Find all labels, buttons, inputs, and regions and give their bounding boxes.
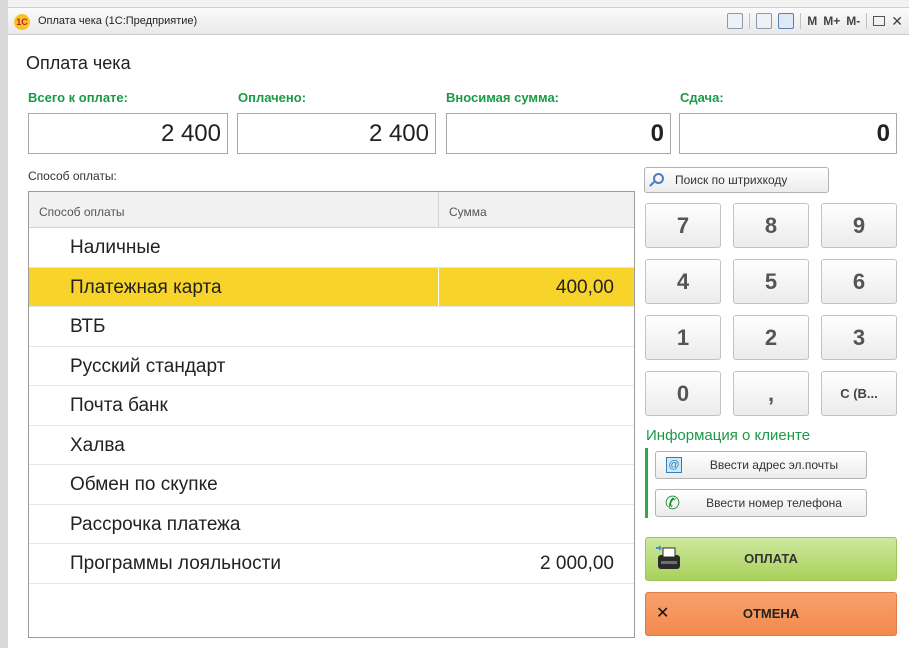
table-row[interactable]: Почта банк bbox=[29, 386, 634, 426]
title-bar-tools: M M+ M- ✕ bbox=[727, 11, 903, 31]
memory-minus-button[interactable]: M- bbox=[846, 14, 860, 28]
enter-email-button[interactable]: @ Ввести адрес эл.почты bbox=[655, 451, 867, 479]
table-row[interactable]: Наличные bbox=[29, 228, 634, 268]
table-row[interactable]: Русский стандарт bbox=[29, 347, 634, 386]
payment-method-label: Способ оплаты: bbox=[28, 169, 117, 183]
page-title: Оплата чека bbox=[26, 53, 131, 73]
method-cell: Наличные bbox=[70, 237, 161, 258]
method-cell: Халва bbox=[70, 434, 125, 456]
change-label: Сдача: bbox=[680, 90, 724, 105]
cancel-button[interactable]: ✕ ОТМЕНА bbox=[645, 592, 897, 636]
close-icon: ✕ bbox=[656, 605, 670, 622]
memory-plus-button[interactable]: M+ bbox=[823, 14, 840, 28]
change-field: 0 bbox=[679, 113, 897, 154]
enter-phone-button[interactable]: ✆ Ввести номер телефона bbox=[655, 489, 867, 517]
divider bbox=[800, 13, 802, 29]
table-row-selected[interactable]: Платежная карта 400,00 bbox=[29, 267, 634, 307]
phone-icon: ✆ bbox=[665, 493, 681, 513]
amount-cell bbox=[439, 228, 634, 267]
keypad-key-6[interactable]: 6 bbox=[821, 259, 897, 304]
total-due-field: 2 400 bbox=[28, 113, 228, 154]
table-row[interactable]: Обмен по скупке bbox=[29, 465, 634, 505]
table-row[interactable]: Программы лояльности 2 000,00 bbox=[29, 544, 634, 584]
amount-cell: 400,00 bbox=[555, 276, 614, 298]
email-icon: @ bbox=[666, 457, 682, 473]
keypad-key-2[interactable]: 2 bbox=[733, 315, 809, 360]
calculator-icon[interactable] bbox=[756, 13, 773, 29]
client-info-accent-bar bbox=[645, 448, 648, 518]
keypad-key-9[interactable]: 9 bbox=[821, 203, 897, 248]
deposit-amount-label: Вносимая сумма: bbox=[446, 90, 560, 105]
column-header-amount[interactable]: Сумма bbox=[439, 192, 634, 227]
keypad-key-7[interactable]: 7 bbox=[645, 203, 721, 248]
method-cell: Русский стандарт bbox=[70, 355, 226, 377]
method-cell: ВТБ bbox=[70, 316, 106, 337]
total-due-label: Всего к оплате: bbox=[28, 90, 128, 105]
paid-field: 2 400 bbox=[237, 113, 436, 154]
keypad-key-3[interactable]: 3 bbox=[821, 315, 897, 360]
title-bar: 1С Оплата чека (1С:Предприятие) M M+ M- … bbox=[8, 8, 909, 35]
table-row[interactable]: ВТБ bbox=[29, 307, 634, 347]
amount-cell bbox=[439, 426, 634, 465]
amount-cell bbox=[439, 307, 634, 346]
divider bbox=[866, 13, 868, 29]
pay-button[interactable]: ОПЛАТА bbox=[645, 537, 897, 581]
keypad-key-1[interactable]: 1 bbox=[645, 315, 721, 360]
deposit-amount-field[interactable]: 0 bbox=[446, 113, 671, 154]
amount-cell: 2 000,00 bbox=[540, 553, 614, 574]
keypad-key-8[interactable]: 8 bbox=[733, 203, 809, 248]
method-cell: Обмен по скупке bbox=[70, 474, 218, 495]
table-header: Способ оплаты Сумма bbox=[29, 192, 634, 228]
amount-cell bbox=[439, 465, 634, 504]
top-edge-strip bbox=[8, 0, 909, 8]
receipt-printer-icon bbox=[656, 545, 680, 569]
amount-cell bbox=[439, 386, 634, 425]
amount-cell bbox=[439, 505, 634, 544]
enter-phone-label: Ввести номер телефона bbox=[706, 496, 842, 510]
maximize-icon[interactable] bbox=[873, 16, 886, 26]
payment-methods-table: Способ оплаты Сумма Наличные Платежная к… bbox=[28, 191, 635, 638]
calendar-icon[interactable] bbox=[778, 13, 795, 29]
enter-email-label: Ввести адрес эл.почты bbox=[709, 458, 839, 472]
method-cell: Платежная карта bbox=[29, 267, 439, 306]
memory-button[interactable]: M bbox=[807, 14, 817, 28]
print-icon[interactable] bbox=[727, 13, 744, 29]
window-title: Оплата чека (1С:Предприятие) bbox=[38, 15, 198, 27]
keypad-key-0[interactable]: 0 bbox=[645, 371, 721, 416]
column-header-method[interactable]: Способ оплаты bbox=[29, 192, 439, 227]
keypad-key-5[interactable]: 5 bbox=[733, 259, 809, 304]
client-info-label: Информация о клиенте bbox=[646, 427, 811, 444]
paid-label: Оплачено: bbox=[238, 90, 307, 105]
close-icon[interactable]: ✕ bbox=[891, 13, 903, 30]
divider bbox=[749, 13, 751, 29]
amount-cell bbox=[439, 347, 634, 386]
method-cell: Программы лояльности bbox=[70, 553, 281, 574]
app-logo-icon: 1С bbox=[14, 14, 30, 30]
window-left-edge bbox=[0, 0, 8, 648]
pay-button-label: ОПЛАТА bbox=[744, 551, 798, 566]
table-row[interactable]: Халва bbox=[29, 426, 634, 465]
method-cell: Рассрочка платежа bbox=[70, 513, 241, 535]
keypad-key-4[interactable]: 4 bbox=[645, 259, 721, 304]
barcode-search-label: Поиск по штрихкоду bbox=[675, 173, 788, 187]
method-cell: Почта банк bbox=[70, 395, 168, 416]
cancel-button-label: ОТМЕНА bbox=[742, 606, 800, 621]
keypad-clear-button[interactable]: С (В... bbox=[821, 371, 897, 416]
keypad-key-comma[interactable]: , bbox=[733, 371, 809, 416]
table-row[interactable]: Рассрочка платежа bbox=[29, 505, 634, 544]
search-icon bbox=[653, 173, 664, 184]
barcode-search-button[interactable]: Поиск по штрихкоду bbox=[644, 167, 829, 193]
